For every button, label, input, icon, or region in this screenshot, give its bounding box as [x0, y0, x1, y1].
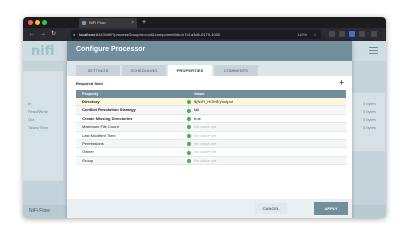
bookmark-star-icon[interactable]: ☆ — [313, 30, 317, 39]
info-icon[interactable] — [187, 158, 191, 163]
table-row[interactable]: Maximum File Count No value set — [76, 123, 346, 132]
dialog-header: Configure Processor — [67, 41, 352, 61]
nifi-canvas: nifi In Read/Write Out Tasks/Time 0 byte… — [23, 41, 386, 218]
browser-tab[interactable]: NiFi Flow × — [79, 18, 137, 28]
plus-icon[interactable]: + — [338, 79, 345, 87]
table-row[interactable]: Owner No value set — [76, 148, 346, 157]
table-header: Property Value — [76, 90, 346, 98]
bg-label: Tasks/Time — [28, 125, 49, 130]
close-tab-icon[interactable]: × — [131, 18, 134, 28]
tab-properties[interactable]: PROPERTIES — [168, 65, 212, 76]
property-value[interactable]: No value set — [194, 148, 216, 156]
cancel-button[interactable]: CANCEL — [255, 203, 287, 214]
browser-tab-title: NiFi Flow — [89, 20, 106, 25]
bg-value: 0 bytes — [363, 117, 376, 122]
table-row[interactable]: Directory ${NIFI_HOME}/output — [76, 98, 346, 107]
back-button[interactable]: ← — [29, 28, 35, 41]
reload-button[interactable]: ↻ — [51, 28, 56, 41]
tab-strip: NiFi Flow × + — [23, 17, 386, 28]
global-menu-icon[interactable] — [369, 47, 378, 54]
property-value[interactable]: true — [194, 115, 201, 123]
properties-table: Property Value Directory ${NIFI_HOME}/out… — [76, 90, 346, 166]
property-value[interactable]: No value set — [194, 132, 216, 140]
browser-window: NiFi Flow × + ← → ↻ ● localhost:8443/nif… — [23, 17, 386, 218]
url-host: localhost — [79, 32, 95, 37]
property-name: Conflict Resolution Strategy — [82, 107, 136, 113]
info-icon[interactable] — [187, 108, 191, 113]
lock-icon: ● — [73, 32, 76, 37]
forward-button[interactable]: → — [40, 28, 46, 41]
info-icon[interactable] — [187, 133, 191, 138]
property-value[interactable]: No value set — [194, 123, 216, 131]
nifi-logo: nifi — [31, 44, 55, 59]
column-header-property: Property — [82, 91, 99, 96]
operate-palette: In Read/Write Out Tasks/Time — [23, 71, 63, 181]
configure-processor-dialog: Configure Processor SETTINGS SCHEDULING … — [67, 41, 352, 218]
dialog-tabs: SETTINGS SCHEDULING PROPERTIES COMMENTS — [67, 61, 352, 76]
property-name: Create Missing Directories — [82, 115, 133, 121]
property-name: Owner — [82, 149, 94, 155]
downloads-icon[interactable] — [339, 31, 345, 37]
property-name: Maximum File Count — [82, 124, 119, 130]
info-icon[interactable] — [187, 116, 191, 121]
table-row[interactable]: Conflict Resolution Strategy fail — [76, 106, 346, 115]
bg-value: 0 bytes — [363, 101, 376, 106]
address-bar[interactable]: ● localhost:8443/nifi/?processGroupId=ro… — [71, 30, 321, 39]
table-row[interactable]: Create Missing Directories true — [76, 114, 346, 124]
property-name: Group — [82, 157, 94, 163]
property-name: Last Modified Time — [82, 132, 116, 138]
bg-value: 0 bytes — [363, 125, 376, 130]
tab-settings[interactable]: SETTINGS — [76, 65, 120, 76]
table-row[interactable]: Last Modified Time No value set — [76, 131, 346, 140]
maximize-window-button[interactable] — [42, 20, 47, 25]
apply-button[interactable]: APPLY — [314, 202, 348, 215]
dialog-footer: CANCEL APPLY — [67, 199, 352, 218]
info-icon[interactable] — [187, 100, 191, 105]
minimize-window-button[interactable] — [35, 20, 40, 25]
property-name: Directory — [82, 99, 100, 104]
sidebar-icon[interactable] — [359, 31, 365, 37]
table-row[interactable]: Group No value set — [76, 156, 346, 166]
property-value[interactable]: fail — [194, 106, 199, 114]
info-icon[interactable] — [187, 125, 191, 130]
extensions-icon[interactable] — [329, 31, 335, 37]
info-icon[interactable] — [187, 142, 191, 147]
info-icon[interactable] — [187, 150, 191, 155]
table-body: Directory ${NIFI_HOME}/output Conflict Res… — [76, 98, 346, 166]
browser-toolbar: ← → ↻ ● localhost:8443/nifi/?processGrou… — [23, 28, 386, 41]
close-window-button[interactable] — [28, 20, 33, 25]
property-name: Permissions — [82, 140, 104, 146]
column-header-value: Value — [194, 91, 205, 96]
bg-value: 0 bytes — [363, 109, 376, 114]
nifi-favicon-icon — [82, 21, 86, 25]
property-value[interactable]: ${NIFI_HOME}/output — [194, 98, 233, 106]
tab-scheduling[interactable]: SCHEDULING — [122, 65, 166, 76]
zoom-level[interactable]: 110% — [297, 30, 307, 39]
browser-menu-icon[interactable] — [371, 31, 377, 37]
new-tab-button[interactable]: + — [142, 17, 146, 28]
bg-label: In — [28, 101, 32, 106]
account-icon[interactable] — [349, 31, 355, 37]
url-path: :8443/nifi/?processGroupId=root&componen… — [94, 32, 221, 37]
tab-comments[interactable]: COMMENTS — [214, 65, 258, 76]
property-value[interactable]: No value set — [194, 157, 216, 165]
dialog-title: Configure Processor — [76, 46, 146, 53]
property-value[interactable]: No value set — [194, 140, 216, 148]
bg-label: Out — [28, 117, 35, 122]
required-field-label: Required field — [76, 81, 103, 86]
table-row[interactable]: Permissions No value set — [76, 139, 346, 149]
bg-label: Read/Write — [28, 109, 48, 114]
